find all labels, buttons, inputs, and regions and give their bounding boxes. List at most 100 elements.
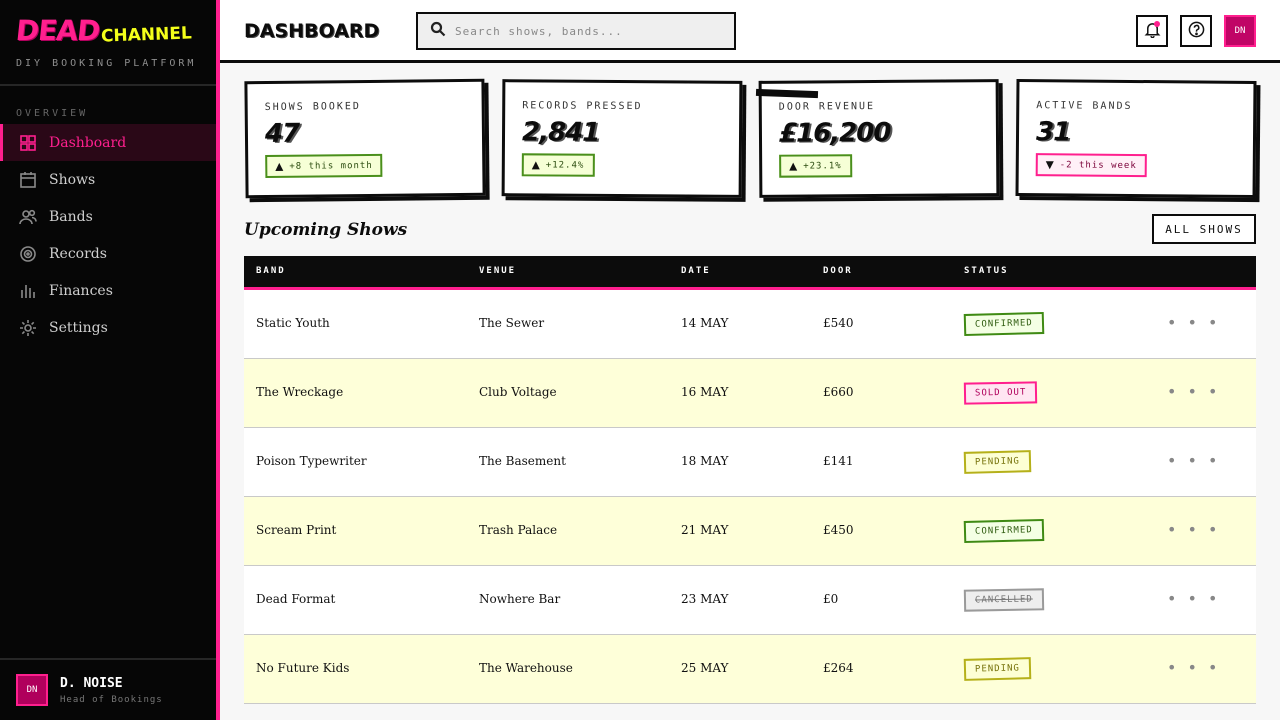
- cell-door: £141: [823, 454, 854, 468]
- sidebar-item-label: Dashboard: [49, 134, 127, 151]
- column-header-status[interactable]: STATUS: [964, 266, 1009, 276]
- sidebar-item-label: Finances: [49, 282, 113, 299]
- stat-delta: +8 this month: [265, 153, 383, 179]
- brand: DEAD CHANNEL DIY BOOKING PLATFORM: [0, 0, 216, 86]
- brand-tagline: DIY BOOKING PLATFORM: [16, 58, 197, 69]
- stat-value: 47: [264, 118, 300, 150]
- search-bar[interactable]: [416, 12, 736, 50]
- status-badge: PENDING: [963, 450, 1032, 474]
- stat-value: £16,200: [778, 117, 891, 149]
- sidebar-item-label: Bands: [49, 208, 93, 225]
- cell-door: £264: [823, 661, 854, 675]
- cell-band: The Wreckage: [256, 385, 344, 399]
- stat-label: ACTIVE BANDS: [1036, 100, 1133, 112]
- trend-up-icon: [789, 162, 798, 171]
- logo-primary: DEAD: [14, 14, 102, 47]
- cell-date: 25 MAY: [681, 661, 729, 675]
- cell-date: 16 MAY: [681, 385, 729, 399]
- row-actions-button[interactable]: • • •: [1167, 658, 1220, 677]
- stat-card-shows-booked: SHOWS BOOKED 47 +8 this month: [244, 78, 486, 199]
- cell-band: No Future Kids: [256, 661, 350, 675]
- cell-door: £450: [823, 523, 854, 537]
- cell-venue: Trash Palace: [479, 523, 558, 537]
- cell-door: £0: [823, 592, 839, 606]
- table-header: BAND VENUE DATE DOOR STATUS: [244, 256, 1256, 290]
- table-row[interactable]: No Future Kids The Warehouse 25 MAY £264…: [244, 635, 1256, 704]
- stat-value: 31: [1035, 117, 1071, 148]
- users-icon: [18, 207, 38, 227]
- cell-band: Dead Format: [256, 592, 336, 606]
- help-button[interactable]: [1180, 15, 1212, 47]
- sidebar-item-label: Records: [49, 245, 107, 262]
- cell-venue: The Basement: [479, 454, 566, 468]
- status-badge: CONFIRMED: [963, 518, 1045, 544]
- cell-venue: Club Voltage: [479, 385, 557, 399]
- table-row[interactable]: Static Youth The Sewer 14 MAY £540 CONFI…: [244, 290, 1256, 359]
- status-badge: CANCELLED: [963, 588, 1044, 612]
- row-actions-button[interactable]: • • •: [1167, 520, 1220, 539]
- page-title: DASHBOARD: [244, 20, 380, 42]
- user-role: Head of Bookings: [60, 694, 163, 705]
- stat-delta: -2 this week: [1035, 153, 1147, 178]
- sidebar-item-settings[interactable]: Settings: [0, 309, 216, 346]
- table-row[interactable]: Scream Print Trash Palace 21 MAY £450 CO…: [244, 497, 1256, 566]
- cell-band: Poison Typewriter: [256, 454, 367, 468]
- gear-icon: [18, 318, 38, 338]
- stat-label: SHOWS BOOKED: [264, 101, 361, 114]
- cell-date: 23 MAY: [681, 592, 729, 606]
- cell-venue: The Sewer: [479, 316, 545, 330]
- sidebar: DEAD CHANNEL DIY BOOKING PLATFORM OVERVI…: [0, 0, 220, 720]
- cell-venue: Nowhere Bar: [479, 592, 561, 606]
- help-icon: [1188, 21, 1205, 42]
- section-title: Upcoming Shows: [244, 220, 408, 240]
- trend-up-icon: [531, 160, 540, 169]
- stat-delta: +12.4%: [521, 153, 595, 177]
- grid-icon: [18, 133, 38, 153]
- row-actions-button[interactable]: • • •: [1167, 382, 1220, 401]
- column-header-door[interactable]: DOOR: [823, 266, 853, 276]
- row-actions-button[interactable]: • • •: [1167, 451, 1220, 470]
- sidebar-item-finances[interactable]: Finances: [0, 272, 216, 309]
- logo-secondary: CHANNEL: [100, 23, 193, 47]
- nav-section-label: OVERVIEW: [16, 108, 89, 119]
- notification-dot: [1154, 21, 1160, 27]
- table-row[interactable]: The Wreckage Club Voltage 16 MAY £660 SO…: [244, 359, 1256, 428]
- table-row[interactable]: Poison Typewriter The Basement 18 MAY £1…: [244, 428, 1256, 497]
- user-profile[interactable]: DN D. NOISE Head of Bookings: [0, 658, 216, 720]
- stat-label: DOOR REVENUE: [778, 101, 876, 113]
- stat-value: 2,841: [521, 117, 600, 148]
- logo[interactable]: DEAD CHANNEL: [14, 14, 216, 47]
- search-icon: [430, 21, 446, 41]
- avatar[interactable]: DN: [1224, 15, 1256, 47]
- search-input[interactable]: [455, 24, 725, 38]
- cell-band: Scream Print: [256, 523, 337, 537]
- row-actions-button[interactable]: • • •: [1167, 313, 1220, 332]
- sidebar-item-bands[interactable]: Bands: [0, 198, 216, 235]
- user-name: D. NOISE: [60, 675, 123, 691]
- calendar-icon: [18, 170, 38, 190]
- notifications-button[interactable]: [1136, 15, 1168, 47]
- column-header-date[interactable]: DATE: [681, 266, 711, 276]
- top-header: DASHBOARD DN: [220, 0, 1280, 63]
- sidebar-item-records[interactable]: Records: [0, 235, 216, 272]
- bar-chart-icon: [18, 281, 38, 301]
- stat-delta: +23.1%: [779, 154, 852, 178]
- cell-date: 21 MAY: [681, 523, 729, 537]
- table-row[interactable]: Dead Format Nowhere Bar 23 MAY £0 CANCEL…: [244, 566, 1256, 635]
- column-header-venue[interactable]: VENUE: [479, 266, 516, 276]
- sidebar-item-label: Shows: [49, 171, 96, 188]
- sidebar-item-dashboard[interactable]: Dashboard: [0, 124, 216, 161]
- cell-door: £540: [823, 316, 854, 330]
- stat-card-active-bands: ACTIVE BANDS 31 -2 this week: [1015, 78, 1257, 199]
- stat-label: RECORDS PRESSED: [522, 100, 643, 113]
- sidebar-item-shows[interactable]: Shows: [0, 161, 216, 198]
- status-badge: SOLD OUT: [963, 381, 1038, 405]
- cell-door: £660: [823, 385, 854, 399]
- cell-date: 14 MAY: [681, 316, 729, 330]
- column-header-band[interactable]: BAND: [256, 266, 286, 276]
- all-shows-button[interactable]: ALL SHOWS: [1152, 214, 1256, 244]
- cell-date: 18 MAY: [681, 454, 729, 468]
- row-actions-button[interactable]: • • •: [1167, 589, 1220, 608]
- status-badge: CONFIRMED: [963, 311, 1045, 337]
- stat-card-records-pressed: RECORDS PRESSED 2,841 +12.4%: [501, 79, 743, 198]
